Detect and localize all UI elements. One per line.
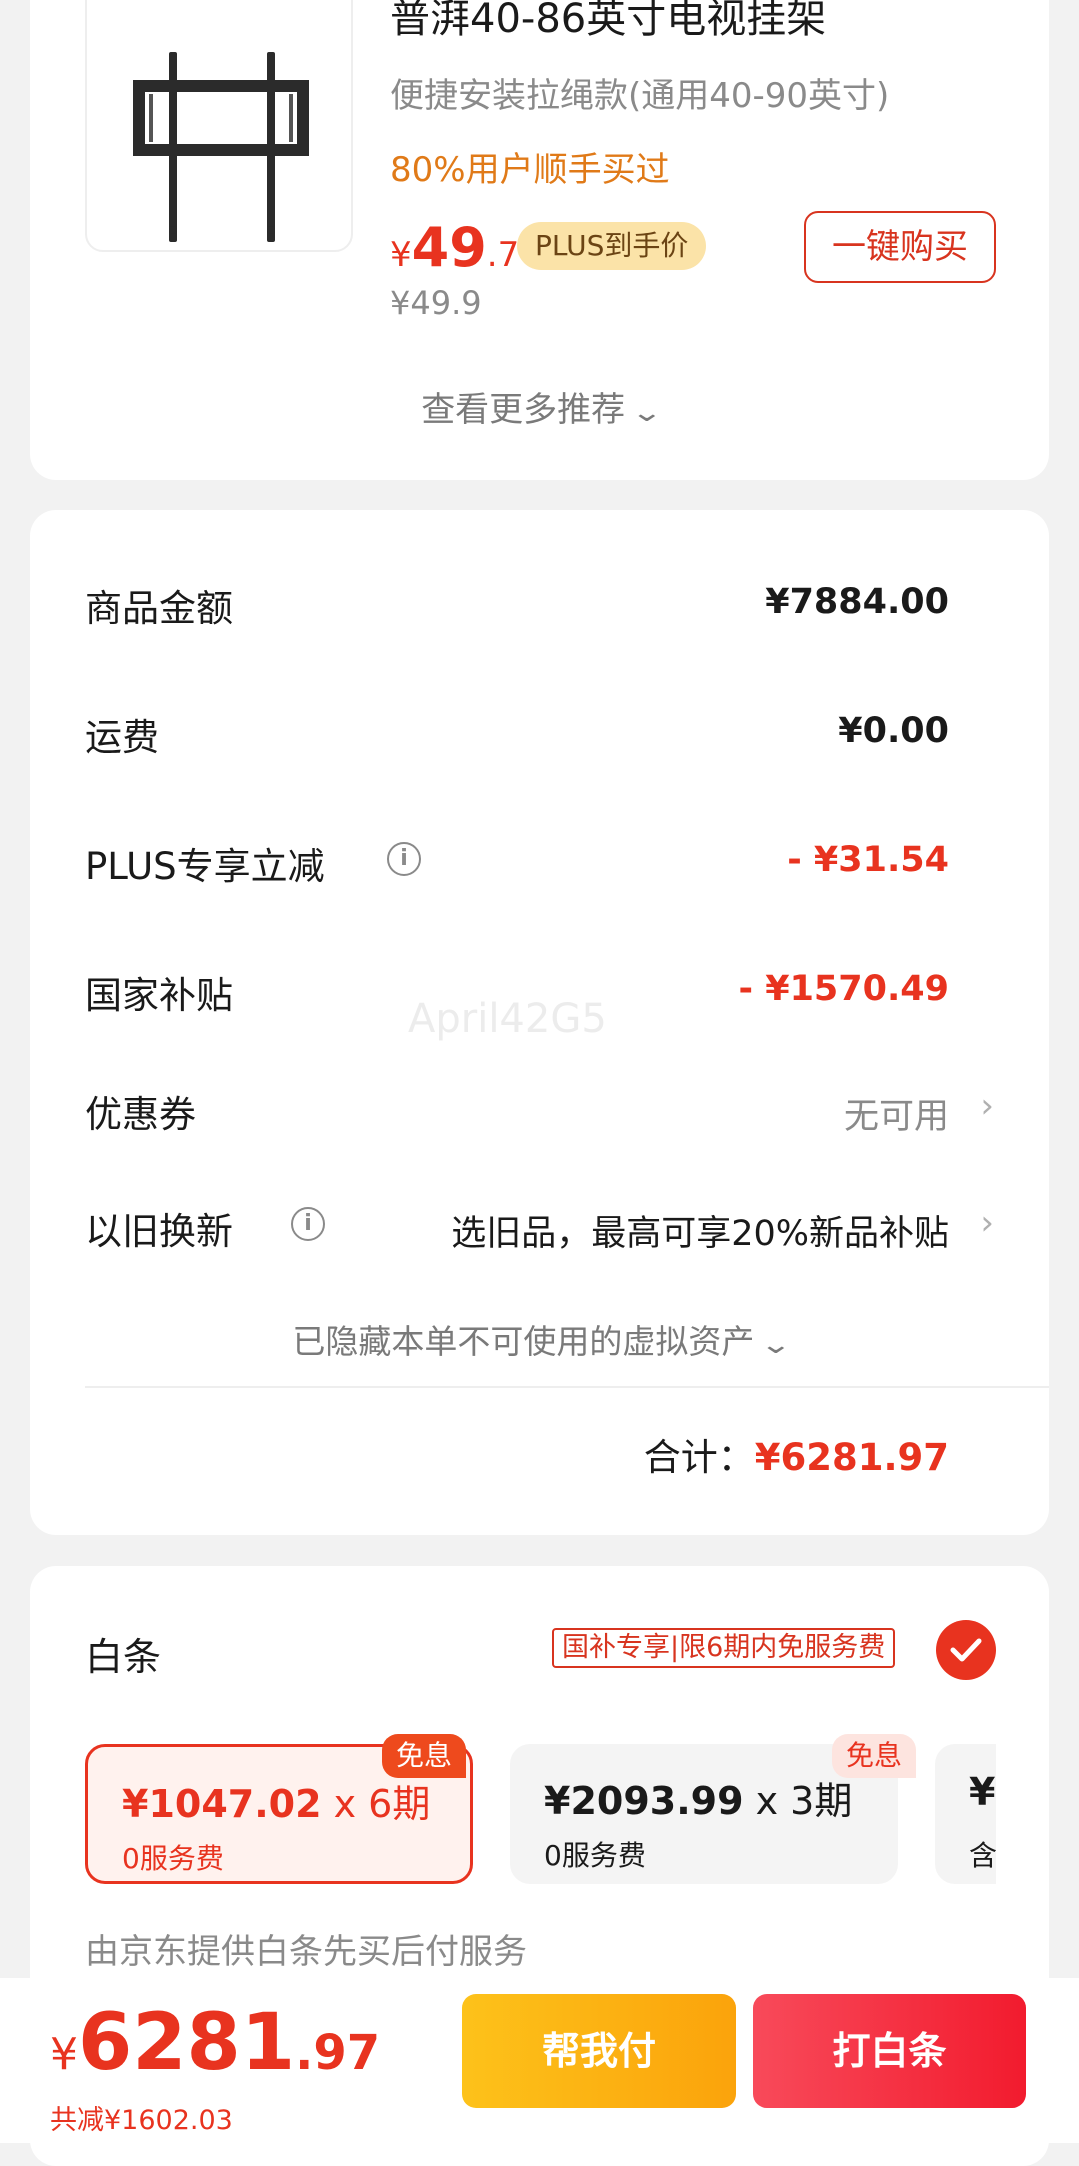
more-recommend-link[interactable]: 查看更多推荐 ⌄ bbox=[30, 382, 1049, 431]
plus-discount-label: PLUS专享立减 bbox=[85, 845, 325, 888]
installment-plans: ¥1047.02 x 6期 0服务费 免息 ¥2093.99 x 3期 0服务费… bbox=[85, 1734, 996, 1884]
installment-fee: 0服务费 bbox=[122, 1842, 224, 1875]
installment-fee: 0服务费 bbox=[544, 1839, 646, 1872]
national-subsidy-label: 国家补贴 bbox=[85, 974, 233, 1017]
baitiao-provider-note: 由京东提供白条先买后付服务 bbox=[85, 1932, 527, 1972]
installment-amount: ¥ bbox=[969, 1770, 995, 1814]
order-total: 合计：¥6281.97 bbox=[644, 1427, 949, 1481]
freight-row: 运费 ¥0.00 bbox=[85, 707, 994, 767]
chevron-down-icon: ⌄ bbox=[630, 398, 664, 428]
plus-discount-value: - ¥31.54 bbox=[787, 840, 949, 880]
divider bbox=[85, 1386, 1049, 1388]
interest-free-badge: 免息 bbox=[832, 1734, 917, 1778]
goods-amount-label: 商品金额 bbox=[85, 587, 233, 630]
plus-discount-row: PLUS专享立减 i - ¥31.54 bbox=[85, 836, 994, 896]
installment-amount-value: ¥2093.99 bbox=[544, 1779, 744, 1823]
baitiao-title: 白条 bbox=[85, 1635, 162, 1679]
product-title[interactable]: 普湃40-86英寸电视挂架 bbox=[390, 0, 826, 44]
product-bought-hint: 80%用户顺手买过 bbox=[390, 150, 670, 190]
installment-amount: ¥1047.02 x 6期 bbox=[122, 1773, 430, 1828]
installment-option-more[interactable]: ¥ 含 bbox=[935, 1744, 996, 1884]
recommend-product-card: 普湃40-86英寸电视挂架 便捷安装拉绳款(通用40-90英寸) 80%用户顺手… bbox=[30, 0, 1049, 480]
coupon-value: 无可用 bbox=[843, 1097, 949, 1137]
final-price-int: 6281 bbox=[78, 1998, 296, 2088]
installment-amount: ¥2093.99 x 3期 bbox=[544, 1770, 852, 1825]
chevron-right-icon: › bbox=[980, 1086, 994, 1126]
more-recommend-label: 查看更多推荐 bbox=[421, 390, 626, 430]
checkout-bottom-bar: ¥6281.97 共减¥1602.03 帮我付 打白条 bbox=[0, 1978, 1079, 2143]
installment-periods: x 3期 bbox=[743, 1779, 853, 1823]
installment-periods: x 6期 bbox=[321, 1782, 431, 1826]
coupon-label: 优惠券 bbox=[85, 1093, 196, 1136]
baitiao-pay-button[interactable]: 打白条 bbox=[753, 1994, 1026, 2108]
goods-amount-row: 商品金额 ¥7884.00 bbox=[85, 578, 994, 638]
hidden-assets-label: 已隐藏本单不可使用的虚拟资产 bbox=[292, 1322, 755, 1361]
tv-wall-mount-icon bbox=[133, 52, 309, 242]
subsidy-free-fee-tag: 国补专享|限6期内免服务费 bbox=[552, 1628, 896, 1668]
interest-free-badge: 免息 bbox=[382, 1734, 467, 1778]
trade-in-label: 以旧换新 bbox=[85, 1210, 233, 1253]
chevron-down-icon: ⌄ bbox=[759, 1330, 793, 1360]
info-icon[interactable]: i bbox=[387, 842, 421, 876]
coupon-row[interactable]: 优惠券 无可用 › bbox=[85, 1084, 994, 1144]
final-price-currency: ¥ bbox=[50, 2029, 78, 2080]
plus-price-badge: PLUS到手价 bbox=[517, 222, 707, 270]
total-value: ¥6281.97 bbox=[754, 1436, 949, 1479]
national-subsidy-value: - ¥1570.49 bbox=[738, 969, 949, 1009]
freight-label: 运费 bbox=[85, 716, 159, 759]
total-saved: 共减¥1602.03 bbox=[50, 2105, 233, 2136]
hidden-assets-toggle[interactable]: 已隐藏本单不可使用的虚拟资产 ⌄ bbox=[30, 1315, 1049, 1363]
freight-value: ¥0.00 bbox=[838, 711, 949, 751]
product-thumbnail[interactable] bbox=[85, 0, 353, 252]
final-price-dec: .97 bbox=[295, 2025, 381, 2081]
info-icon[interactable]: i bbox=[291, 1207, 325, 1241]
help-me-pay-button[interactable]: 帮我付 bbox=[462, 1994, 736, 2108]
trade-in-row[interactable]: 以旧换新 i 选旧品，最高可享20%新品补贴 › bbox=[85, 1201, 994, 1261]
installment-amount-value: ¥ bbox=[969, 1770, 996, 1814]
watermark: April42G5 bbox=[408, 996, 607, 1042]
check-icon bbox=[950, 1638, 982, 1662]
product-price-dec: .7 bbox=[486, 235, 520, 275]
product-original-price: ¥49.9 bbox=[390, 284, 482, 322]
baitiao-selected-checkbox[interactable] bbox=[936, 1620, 996, 1680]
installment-fee: 含 bbox=[969, 1839, 996, 1872]
final-price: ¥6281.97 bbox=[50, 1998, 380, 2088]
product-price: ¥49.7 bbox=[390, 216, 519, 279]
goods-amount-value: ¥7884.00 bbox=[765, 582, 949, 622]
trade-in-value: 选旧品，最高可享20%新品补贴 bbox=[451, 1214, 949, 1254]
product-price-currency: ¥ bbox=[390, 235, 412, 275]
installment-amount-value: ¥1047.02 bbox=[122, 1782, 322, 1826]
total-label: 合计： bbox=[643, 1436, 755, 1479]
product-subtitle: 便捷安装拉绳款(通用40-90英寸) bbox=[390, 76, 890, 116]
one-click-buy-button[interactable]: 一键购买 bbox=[804, 211, 996, 283]
chevron-right-icon: › bbox=[980, 1203, 994, 1243]
product-price-int: 49 bbox=[411, 216, 487, 279]
